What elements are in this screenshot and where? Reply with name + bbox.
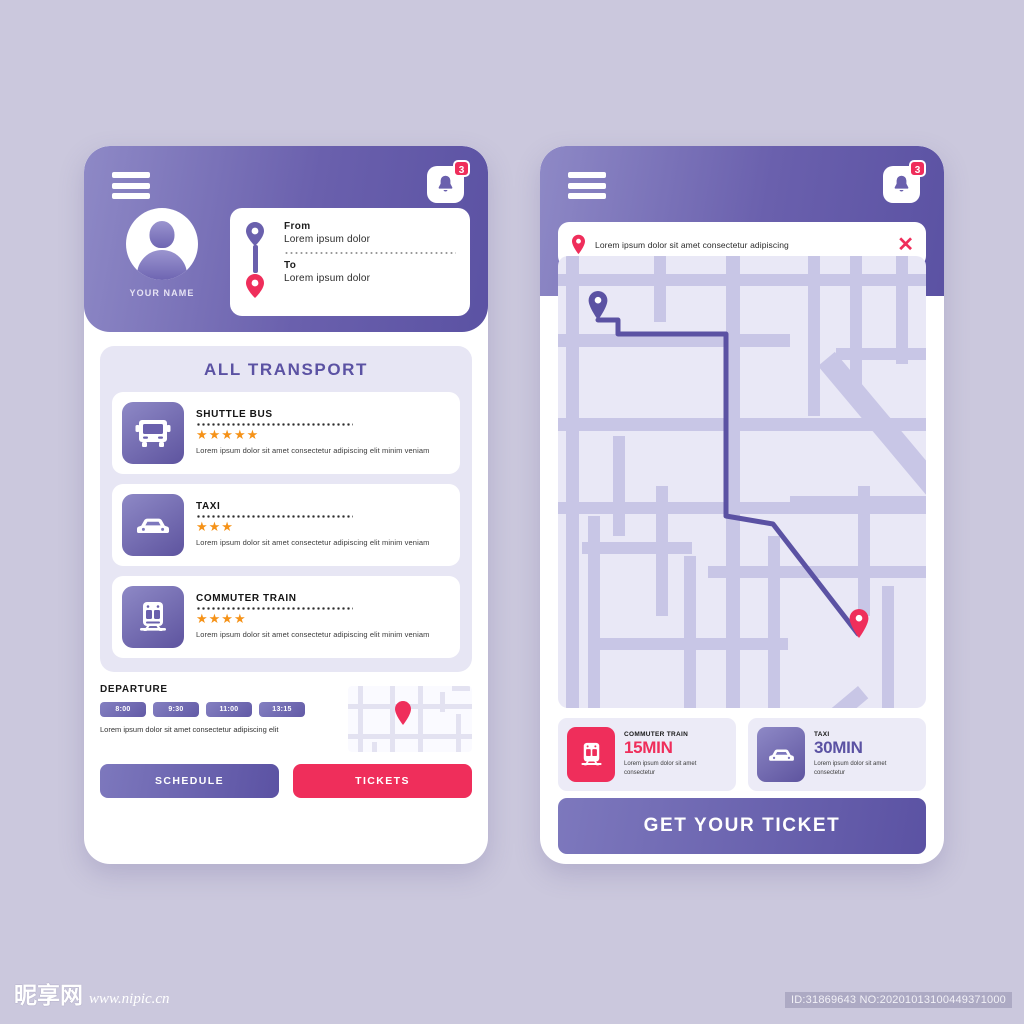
departure-title: DEPARTURE [100,684,168,695]
profile-name: YOUR NAME [129,288,195,298]
departure-chip[interactable]: 11:00 [206,702,252,717]
map-canvas[interactable] [558,256,926,708]
panel-title: ALL TRANSPORT [203,360,369,379]
watermark-id: ID:31869643 NO:20201013100449371000 [785,992,1012,1008]
map-pin-pink-icon [242,273,268,303]
schedule-button[interactable]: SCHEDULE [100,764,279,798]
transport-item-body: TAXI ★★★ Lorem ipsum dolor sit amet cons… [196,501,450,548]
bell-icon [438,175,453,192]
transport-item-name: TAXI [196,501,221,513]
all-transport-panel: ALL TRANSPORT SHUTTLE BUS ★★★★★ Lorem ip… [100,346,472,672]
train-icon [567,727,615,782]
map-pin-pink-icon[interactable] [846,608,872,639]
train-icon [122,586,184,648]
departure-left: DEPARTURE 8:00 9:30 11:00 13:15 Lorem ip… [100,684,338,752]
get-your-ticket-button[interactable]: GET YOUR TICKET [558,798,926,854]
transport-item-body: SHUTTLE BUS ★★★★★ Lorem ipsum dolor sit … [196,409,450,456]
transport-item-desc: Lorem ipsum dolor sit amet consectetur a… [196,537,430,547]
to-label: To [284,260,297,271]
eta-body: TAXI 30MIN Lorem ipsum dolor sit amet co… [814,731,917,778]
route-pins [242,221,272,303]
rating-stars: ★★★★★ [196,427,260,443]
departure-chip[interactable]: 9:30 [153,702,199,717]
car-icon [122,494,184,556]
departure-chip[interactable]: 13:15 [259,702,305,717]
departure-desc: Lorem ipsum dolor sit amet consectetur a… [100,725,279,734]
bus-icon [122,402,184,464]
map-pin-purple-icon[interactable] [585,290,611,321]
action-button-row: SCHEDULE TICKETS [100,764,472,798]
map-pin-purple-icon [242,221,268,273]
transport-item-dots [196,607,354,611]
departure-section: DEPARTURE 8:00 9:30 11:00 13:15 Lorem ip… [100,684,472,752]
eta-card-row: COMMUTER TRAIN 15MIN Lorem ipsum dolor s… [558,718,926,791]
from-label: From [284,221,311,232]
rating-stars: ★★★ [196,519,234,535]
transport-item-taxi[interactable]: TAXI ★★★ Lorem ipsum dolor sit amet cons… [112,484,460,566]
rating-stars: ★★★★ [196,611,247,627]
transport-item-dots [196,515,354,519]
notification-badge: 3 [909,160,926,177]
transport-item-body: COMMUTER TRAIN ★★★★ Lorem ipsum dolor si… [196,593,450,640]
tickets-button[interactable]: TICKETS [293,764,472,798]
eta-card-taxi[interactable]: TAXI 30MIN Lorem ipsum dolor sit amet co… [748,718,926,791]
to-value[interactable]: Lorem ipsum dolor [284,273,456,284]
close-x-icon[interactable]: ✕ [897,235,914,255]
search-input[interactable]: Lorem ipsum dolor sit amet consectetur a… [595,240,889,250]
route-divider [284,252,456,254]
departure-time-chips: 8:00 9:30 11:00 13:15 [100,702,338,717]
transport-item-shuttle-bus[interactable]: SHUTTLE BUS ★★★★★ Lorem ipsum dolor sit … [112,392,460,474]
eta-time: 30MIN [814,738,863,758]
transport-item-dots [196,423,354,427]
notification-badge: 3 [453,160,470,177]
profile-block[interactable]: YOUR NAME [110,208,214,298]
user-avatar-icon [126,208,198,280]
phone-screen-right: 3 Lorem ipsum dolor sit amet consectetur… [540,146,944,864]
route-input-card[interactable]: From Lorem ipsum dolor To Lorem ipsum do… [230,208,470,316]
transport-item-commuter-train[interactable]: COMMUTER TRAIN ★★★★ Lorem ipsum dolor si… [112,576,460,658]
car-icon [757,727,805,782]
departure-chip[interactable]: 8:00 [100,702,146,717]
bell-icon [894,175,909,192]
map-pin-pink-icon [395,701,411,725]
eta-time: 15MIN [624,738,673,758]
transport-item-desc: Lorem ipsum dolor sit amet consectetur a… [196,445,430,455]
watermark-url: www.nipic.cn [89,991,170,1007]
left-header: 3 YOUR NAME From Lorem ipsum dolor To Lo… [84,146,488,332]
hamburger-menu-icon[interactable] [112,172,150,199]
transport-item-desc: Lorem ipsum dolor sit amet consectetur a… [196,629,430,639]
notification-bell-button[interactable]: 3 [883,160,926,203]
map-container[interactable] [540,256,944,708]
eta-card-train[interactable]: COMMUTER TRAIN 15MIN Lorem ipsum dolor s… [558,718,736,791]
eta-label: COMMUTER TRAIN [624,731,689,739]
eta-desc: Lorem ipsum dolor sit amet consectetur [814,760,887,776]
watermark-logo: 昵享网 www.nipic.cn [14,976,170,1010]
departure-minimap[interactable] [348,686,472,752]
transport-item-name: COMMUTER TRAIN [196,593,297,605]
eta-desc: Lorem ipsum dolor sit amet consectetur [624,760,697,776]
hamburger-menu-icon[interactable] [568,172,606,199]
transport-item-name: SHUTTLE BUS [196,409,273,421]
from-value[interactable]: Lorem ipsum dolor [284,234,456,245]
route-path [595,317,861,637]
route-texts: From Lorem ipsum dolor To Lorem ipsum do… [284,221,456,303]
phone-screen-left: 3 YOUR NAME From Lorem ipsum dolor To Lo… [84,146,488,864]
map-pin-pink-icon [572,234,585,255]
eta-body: COMMUTER TRAIN 15MIN Lorem ipsum dolor s… [624,731,727,778]
notification-bell-button[interactable]: 3 [427,160,470,203]
watermark-brand: 昵享网 [14,983,83,1009]
screenshot-root: 3 YOUR NAME From Lorem ipsum dolor To Lo… [0,0,1024,1024]
eta-label: TAXI [814,731,830,739]
